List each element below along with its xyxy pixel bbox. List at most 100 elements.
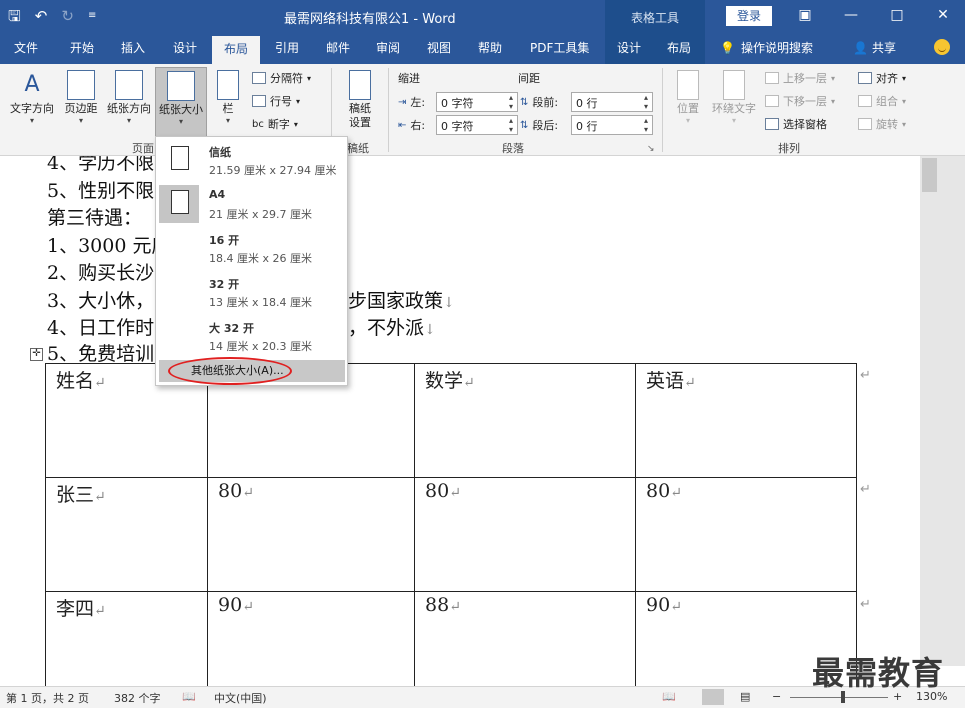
tab-view[interactable]: 视图 [427, 39, 451, 56]
space-after-input[interactable]: 0 行 [571, 115, 653, 135]
size-button[interactable]: 纸张大小 ▾ [155, 67, 207, 137]
table-cell[interactable]: 80↵ [207, 477, 415, 592]
return-mark-icon: ↵ [94, 603, 106, 619]
paragraph-mark-icon: ↓ [424, 322, 436, 338]
return-mark-icon: ↵ [94, 489, 106, 505]
margins-icon [67, 70, 95, 100]
paper-size-dimensions: 13 厘米 x 18.4 厘米 [209, 296, 312, 309]
print-layout-icon[interactable] [702, 689, 724, 705]
proofing-icon[interactable]: 📖 [182, 690, 196, 703]
indent-left-icon: ⇥ [398, 96, 407, 108]
table-cell[interactable]: 张三↵ [45, 477, 208, 592]
tab-layout[interactable]: 布局 [212, 36, 261, 64]
paragraph-dialog-launcher-icon[interactable]: ↘ [647, 144, 655, 154]
share-button[interactable]: 👤 共享 [853, 39, 896, 56]
paper-size-a4[interactable]: A4 21 厘米 x 29.7 厘米 [159, 184, 345, 226]
minimize-icon[interactable]: — [828, 0, 874, 32]
chevron-down-icon: ▾ [293, 119, 298, 129]
scrollbar-thumb[interactable] [922, 158, 937, 192]
grid-paper-button[interactable]: 稿纸 设置 [340, 70, 380, 130]
line-numbers-button[interactable]: 行号 ▾ [252, 93, 300, 109]
table-cell[interactable]: 80↵ [635, 477, 857, 592]
login-button[interactable]: 登录 [726, 6, 772, 26]
size-label: 纸张大小 [159, 103, 203, 116]
return-mark-icon: ↵ [242, 599, 254, 615]
columns-icon [217, 70, 239, 100]
indent-left-input[interactable]: 0 字符 [436, 92, 518, 112]
tab-design[interactable]: 设计 [173, 39, 197, 56]
page-setup-group-label: 页面 [132, 142, 154, 155]
breaks-label: 分隔符 [270, 72, 303, 85]
tab-pdf-tools[interactable]: PDF工具集 [530, 39, 589, 56]
redo-icon[interactable]: ↻ [61, 6, 74, 26]
bring-forward-icon [765, 72, 779, 84]
tab-review[interactable]: 审阅 [376, 39, 400, 56]
bring-forward-button[interactable]: 上移一层 ▾ [765, 70, 835, 86]
customize-qat-icon[interactable]: ≡ [88, 6, 96, 26]
tab-home[interactable]: 开始 [70, 39, 94, 56]
tell-me-search[interactable]: 💡 操作说明搜索 [720, 39, 813, 56]
indent-left-label: 左: [410, 96, 426, 109]
vertical-scrollbar[interactable] [920, 156, 965, 666]
paper-size-dimensions: 21 厘米 x 29.7 厘米 [209, 208, 312, 221]
group-separator [388, 68, 389, 152]
cell-text: 数学 [425, 370, 464, 392]
tab-file[interactable]: 文件 [14, 39, 38, 56]
maximize-icon[interactable]: □ [874, 0, 920, 32]
hyphenation-button[interactable]: bc 断字 ▾ [252, 116, 298, 132]
zoom-slider[interactable] [790, 697, 888, 698]
margins-button[interactable]: 页边距 ▾ [60, 70, 102, 126]
paper-size-dimensions: 14 厘米 x 20.3 厘米 [209, 340, 312, 353]
table-cell[interactable]: 数学↵ [414, 363, 636, 478]
columns-button[interactable]: 栏 ▾ [212, 70, 244, 126]
word-count[interactable]: 382 个字 [114, 690, 161, 706]
chevron-down-icon: ▾ [902, 119, 907, 129]
language[interactable]: 中文(中国) [214, 690, 267, 706]
close-icon[interactable]: ✕ [920, 0, 965, 32]
save-icon[interactable]: 🖫 [8, 6, 21, 26]
grid-paper-icon [349, 70, 371, 100]
tab-references[interactable]: 引用 [275, 39, 299, 56]
space-before-input[interactable]: 0 行 [571, 92, 653, 112]
selection-pane-button[interactable]: 选择窗格 [765, 116, 827, 132]
paper-size-32k[interactable]: 32 开 13 厘米 x 18.4 厘米 [159, 272, 345, 314]
doc-line: 2、购买长沙 [47, 262, 155, 284]
doc-line-tail: 步国家政策↓ [348, 286, 455, 313]
align-button[interactable]: 对齐 ▾ [858, 70, 906, 86]
tab-table-design[interactable]: 设计 [617, 39, 641, 56]
indent-right-input[interactable]: 0 字符 [436, 115, 518, 135]
wrap-text-label: 环绕文字 [712, 102, 756, 115]
paper-size-letter[interactable]: 信纸 21.59 厘米 x 27.94 厘米 [159, 140, 345, 182]
breaks-button[interactable]: 分隔符 ▾ [252, 70, 311, 86]
table-cell[interactable]: 80↵ [414, 477, 636, 592]
wrap-text-button[interactable]: 环绕文字 ▾ [708, 70, 760, 126]
return-mark-icon: ↵ [449, 599, 461, 615]
undo-icon[interactable]: ↶ [35, 6, 48, 26]
tab-insert[interactable]: 插入 [121, 39, 145, 56]
position-button[interactable]: 位置 ▾ [670, 70, 706, 126]
web-layout-icon[interactable]: ▤ [740, 690, 750, 703]
table-move-handle-icon[interactable]: ✛ [30, 348, 43, 361]
group-button[interactable]: 组合 ▾ [858, 93, 906, 109]
paper-size-16k[interactable]: 16 开 18.4 厘米 x 26 厘米 [159, 228, 345, 270]
table-cell[interactable]: 英语↵ [635, 363, 857, 478]
paper-size-big-32k[interactable]: 大 32 开 14 厘米 x 20.3 厘米 [159, 316, 345, 358]
rotate-button[interactable]: 旋转 ▾ [858, 116, 906, 132]
text-direction-button[interactable]: A 文字方向 ▾ [6, 70, 58, 126]
ribbon-display-icon[interactable]: ▣ [782, 0, 828, 32]
paper-size-icon [167, 71, 195, 101]
more-paper-sizes-item[interactable]: 其他纸张大小(A)... [159, 360, 345, 382]
breaks-icon [252, 72, 266, 84]
table-tools-label: 表格工具 [631, 11, 680, 25]
page-count[interactable]: 第 1 页，共 2 页 [6, 690, 89, 706]
send-backward-button[interactable]: 下移一层 ▾ [765, 93, 835, 109]
orientation-button[interactable]: 纸张方向 ▾ [104, 70, 154, 126]
read-mode-icon[interactable]: 📖 [662, 690, 676, 703]
zoom-out-icon[interactable]: − [772, 690, 781, 703]
feedback-smiley-icon[interactable] [934, 39, 950, 55]
tab-help[interactable]: 帮助 [478, 39, 502, 56]
doc-line-tail-text: ，不外派 [348, 317, 425, 339]
tab-table-layout[interactable]: 布局 [667, 39, 691, 56]
position-label: 位置 [677, 102, 699, 115]
tab-mailings[interactable]: 邮件 [326, 39, 350, 56]
